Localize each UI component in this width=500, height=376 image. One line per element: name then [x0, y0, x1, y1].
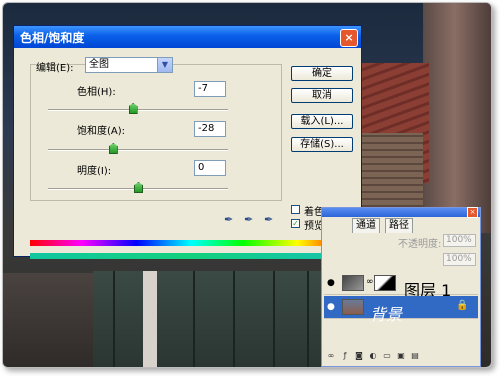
saturation-slider-track[interactable] — [48, 149, 228, 151]
panel-close-icon[interactable]: × — [467, 207, 478, 218]
link-layers-icon[interactable]: ∞ — [324, 351, 338, 360]
dialog-title: 色相/饱和度 — [20, 31, 85, 45]
edit-select-value: 全图 — [89, 59, 109, 70]
layer-name: 背景 — [370, 305, 403, 324]
output-hue-spectrum-bar — [30, 253, 352, 259]
edit-select[interactable]: 全图 ▼ — [85, 57, 173, 73]
close-icon[interactable]: × — [340, 29, 358, 47]
layer-row-1[interactable]: ● ∞ 图层 1 — [324, 272, 478, 300]
photo-wall — [423, 3, 491, 233]
opacity-label: 不透明度: — [398, 239, 442, 250]
layer-thumbnail — [342, 275, 364, 291]
layer-row-background[interactable]: ● 背景 🔒 — [324, 296, 478, 324]
lightness-input[interactable]: 0 — [194, 160, 226, 176]
layers-panel: × 通道 路径 不透明度: 100% 100% ● ∞ 图层 1 ● 背景 🔒 … — [321, 207, 481, 367]
screenshot-frame: 色相/饱和度 × 编辑(E): 全图 ▼ 色相(H): -7 饱和度(A): -… — [2, 2, 492, 368]
eye-icon[interactable]: ● — [327, 278, 335, 288]
panel-titlebar[interactable]: × — [322, 207, 480, 218]
opacity-row: 不透明度: 100% — [324, 234, 478, 250]
eyedropper-minus-icon[interactable]: ✒ — [264, 213, 276, 227]
cancel-button[interactable]: 取消 — [291, 88, 353, 103]
photo-pole — [143, 271, 157, 367]
edit-label: 编辑(E): — [36, 63, 74, 74]
hue-slider-track[interactable] — [48, 109, 228, 111]
tab-paths[interactable]: 路径 — [385, 218, 413, 233]
group-icon[interactable]: ▭ — [380, 351, 394, 360]
new-layer-icon[interactable]: ▣ — [394, 351, 408, 360]
dialog-titlebar[interactable]: 色相/饱和度 × — [14, 26, 361, 48]
link-icon: ∞ — [366, 277, 374, 287]
load-button[interactable]: 载入(L)... — [291, 114, 353, 129]
hue-input[interactable]: -7 — [194, 81, 226, 97]
photo-green-door — [93, 271, 321, 367]
save-button[interactable]: 存储(S)... — [291, 137, 353, 152]
ok-button[interactable]: 确定 — [291, 66, 353, 81]
eye-icon[interactable]: ● — [327, 302, 335, 312]
photo-street — [3, 273, 98, 367]
colorize-checkbox[interactable] — [291, 205, 300, 214]
saturation-input[interactable]: -28 — [194, 121, 226, 137]
layer-style-icon[interactable]: ƒ — [338, 351, 352, 360]
layers-toolbar: ∞ ƒ ◙ ◐ ▭ ▣ ▤ — [324, 351, 478, 363]
opacity-input[interactable]: 100% — [443, 234, 476, 247]
hue-saturation-dialog: 色相/饱和度 × 编辑(E): 全图 ▼ 色相(H): -7 饱和度(A): -… — [13, 25, 362, 259]
lock-icon: 🔒 — [456, 300, 469, 311]
preview-checkbox[interactable]: ✓ — [291, 219, 300, 228]
fill-row: 100% — [324, 253, 478, 268]
trash-icon[interactable]: ▤ — [408, 351, 422, 360]
chevron-down-icon: ▼ — [157, 58, 172, 72]
eyedropper-icon[interactable]: ✒ — [224, 213, 236, 227]
lightness-label: 明度(I): — [77, 166, 112, 177]
tab-channels[interactable]: 通道 — [352, 218, 380, 233]
eyedropper-plus-icon[interactable]: ✒ — [244, 213, 256, 227]
layer-mask-thumbnail — [374, 275, 396, 291]
hue-label: 色相(H): — [77, 87, 116, 98]
adjustment-icon[interactable]: ◐ — [366, 351, 380, 360]
input-hue-spectrum-bar — [30, 240, 352, 246]
saturation-label: 饱和度(A): — [77, 126, 126, 137]
mask-icon[interactable]: ◙ — [352, 351, 366, 360]
fill-input[interactable]: 100% — [443, 253, 476, 266]
layer-thumbnail — [342, 299, 364, 315]
settings-group — [30, 64, 282, 201]
